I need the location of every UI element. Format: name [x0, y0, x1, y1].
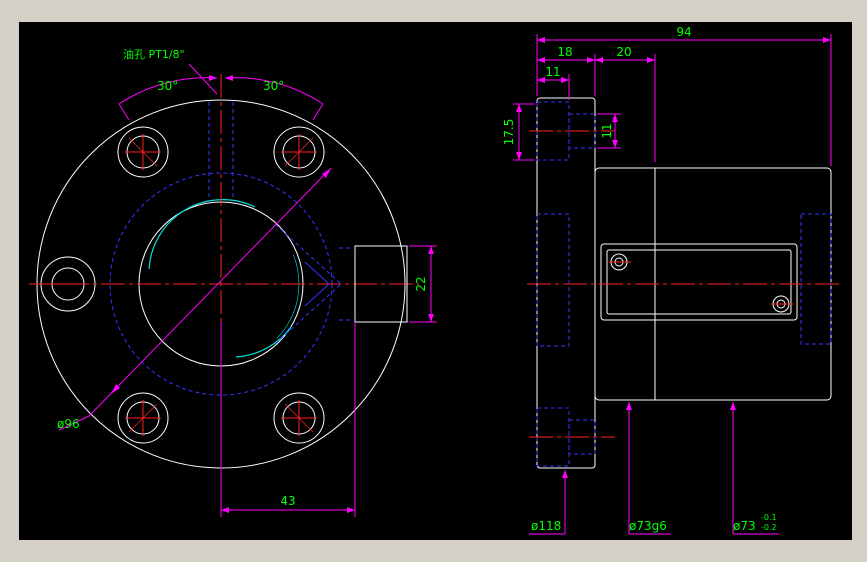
- tol-lower-label: -0.2: [761, 523, 777, 532]
- dim-22-label: 22: [414, 276, 428, 291]
- dim-11-side-label: 11: [600, 123, 614, 138]
- angle-label-left: 30°: [157, 79, 178, 93]
- flange-plate: [536, 97, 596, 469]
- bolt-hole-bottom-left: [117, 392, 169, 444]
- front-view: ø96 30° 30° 油孔 PT1/8" 22 43: [29, 47, 437, 517]
- pcd-diagonal-line: [88, 167, 332, 417]
- keyway-slot-inner: [606, 249, 792, 315]
- side-view: 94 18 20 11 17.5 11 ø118 ø73g6 ø73 -0.1 …: [502, 25, 839, 535]
- dim-94-label: 94: [676, 25, 691, 39]
- drawing-svg: ø96 30° 30° 油孔 PT1/8" 22 43 94 18 20 11 …: [29, 25, 839, 535]
- body-end-hidden: [800, 213, 832, 345]
- angle-label-right: 30°: [263, 79, 284, 93]
- bolt-hole-top-right: [273, 126, 325, 178]
- flange-bore-hidden: [536, 213, 570, 347]
- dia-118-label: ø118: [531, 519, 561, 533]
- tol-upper-label: -0.1: [761, 513, 777, 522]
- dia-73g6-label: ø73g6: [629, 519, 667, 533]
- dim-20-label: 20: [616, 45, 631, 59]
- cad-drawing-canvas[interactable]: ø96 30° 30° 油孔 PT1/8" 22 43 94 18 20 11 …: [19, 22, 852, 540]
- dim-18-label: 18: [557, 45, 572, 59]
- dim-17-5-label: 17.5: [502, 119, 516, 146]
- window-frame: ø96 30° 30° 油孔 PT1/8" 22 43 94 18 20 11 …: [0, 0, 867, 562]
- thread-arc: [148, 199, 256, 270]
- bolt-hole-bottom-right: [273, 392, 325, 444]
- oil-hole-label: 油孔 PT1/8": [123, 47, 185, 61]
- dia-73-tol-label: ø73: [733, 519, 756, 533]
- dim-43-label: 43: [280, 494, 295, 508]
- keyway-slot-outer: [600, 243, 798, 321]
- pcd-label: ø96: [57, 417, 80, 431]
- bolt-hole-top-left: [117, 126, 169, 178]
- dim-11-top-label: 11: [545, 65, 560, 79]
